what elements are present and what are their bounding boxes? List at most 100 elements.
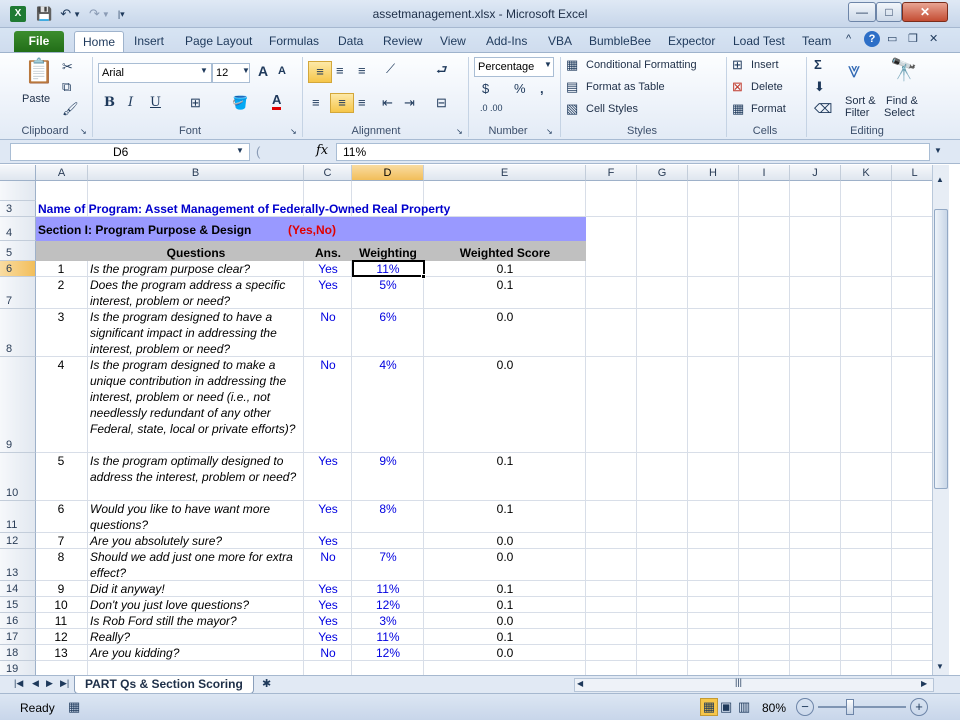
bottom-align-icon[interactable]: ≡ <box>358 63 366 78</box>
weighted-score-cell[interactable]: 0.0 <box>424 646 586 660</box>
percent-button[interactable]: % <box>514 81 526 96</box>
question-text[interactable]: Is the program designed to make a unique… <box>90 357 302 437</box>
row-header[interactable]: 7 <box>0 277 36 309</box>
column-header-l[interactable]: L <box>892 165 932 181</box>
tab-bumblebee[interactable]: BumbleBee <box>581 31 659 52</box>
weighted-score-cell[interactable]: 0.0 <box>424 534 586 548</box>
bold-button[interactable]: B <box>104 95 115 110</box>
column-header-h[interactable]: H <box>688 165 739 181</box>
font-launcher-icon[interactable]: ↘ <box>290 127 297 136</box>
question-text[interactable]: Is the program purpose clear? <box>90 261 302 277</box>
question-text[interactable]: Did it anyway! <box>90 581 302 597</box>
column-header-e[interactable]: E <box>424 165 586 181</box>
weighted-score-cell[interactable]: 0.1 <box>424 630 586 644</box>
weighting-cell[interactable]: 8% <box>352 502 424 516</box>
conditional-formatting-button[interactable]: Conditional Formatting <box>586 59 697 71</box>
copy-icon[interactable]: ⧉ <box>62 79 71 95</box>
scrollbar-thumb[interactable] <box>934 209 948 489</box>
minimize-ribbon-icon[interactable]: ^ <box>846 33 851 45</box>
paste-button[interactable]: Paste <box>22 93 50 105</box>
weighted-score-cell[interactable]: 0.0 <box>424 310 586 324</box>
question-text[interactable]: Does the program address a specific inte… <box>90 277 302 309</box>
tab-vba[interactable]: VBA <box>540 31 580 52</box>
question-text[interactable]: Is Rob Ford still the mayor? <box>90 613 302 629</box>
tab-home[interactable]: Home <box>74 31 125 52</box>
row-header[interactable]: 14 <box>0 581 36 597</box>
weighted-score-cell[interactable]: 0.1 <box>424 582 586 596</box>
tab-file[interactable]: File <box>14 31 64 52</box>
select-all-corner[interactable] <box>0 165 36 181</box>
row-header-hidden[interactable] <box>0 181 36 201</box>
answer-cell[interactable]: Yes <box>304 454 352 468</box>
autosum-icon[interactable]: Σ <box>814 57 822 72</box>
chevron-down-icon[interactable]: ▼ <box>200 66 208 75</box>
conditional-formatting-icon[interactable]: ▦ <box>566 57 578 73</box>
decrease-indent-icon[interactable]: ⇤ <box>382 95 393 111</box>
row-header[interactable]: 11 <box>0 501 36 533</box>
answer-cell[interactable]: No <box>304 310 352 324</box>
weighted-score-cell[interactable]: 0.0 <box>424 358 586 372</box>
chevron-down-icon[interactable]: ▼ <box>242 66 250 75</box>
fill-color-icon[interactable]: 🪣 <box>232 95 248 111</box>
answer-cell[interactable]: Yes <box>304 278 352 292</box>
clipboard-launcher-icon[interactable]: ↘ <box>80 127 87 136</box>
delete-cells-button[interactable]: Delete <box>751 81 783 93</box>
format-painter-icon[interactable]: 🖌 <box>62 101 79 117</box>
column-header-a[interactable]: A <box>36 165 88 181</box>
help-icon[interactable]: ? <box>864 31 880 47</box>
insert-function-button[interactable]: fx <box>316 143 328 158</box>
cancel-entry-icon[interactable]: ( <box>256 144 260 159</box>
merge-center-icon[interactable]: ⊟ <box>436 95 447 111</box>
question-text[interactable]: Don't you just love questions? <box>90 597 302 613</box>
maximize-button[interactable]: □ <box>876 2 902 22</box>
row-header[interactable]: 12 <box>0 533 36 549</box>
row-header[interactable]: 10 <box>0 453 36 501</box>
decimal-buttons[interactable]: .0 .00 <box>480 103 503 113</box>
font-name-combo[interactable]: Arial <box>98 63 212 83</box>
format-cells-button[interactable]: Format <box>751 103 786 115</box>
column-header-c[interactable]: C <box>304 165 352 181</box>
shrink-font-icon[interactable]: A <box>278 65 286 77</box>
grow-font-icon[interactable]: A <box>258 63 268 79</box>
scroll-down-icon[interactable]: ▼ <box>936 662 944 671</box>
weighting-cell[interactable]: 5% <box>352 278 424 292</box>
row-header[interactable]: 9 <box>0 357 36 453</box>
workbook-restore-icon[interactable]: ❐ <box>908 32 918 45</box>
sheet-tab-active[interactable]: PART Qs & Section Scoring <box>74 676 254 694</box>
tab-data[interactable]: Data <box>330 31 371 52</box>
currency-button[interactable]: $ <box>482 81 489 96</box>
cell-styles-icon[interactable]: ▧ <box>566 101 578 117</box>
format-as-table-icon[interactable]: ▤ <box>566 79 578 95</box>
insert-cells-button[interactable]: Insert <box>751 59 779 71</box>
chevron-down-icon[interactable]: ▼ <box>544 60 552 69</box>
tab-load-test[interactable]: Load Test <box>725 31 793 52</box>
hscroll-grip-icon[interactable]: ||| <box>735 677 742 687</box>
weighting-cell[interactable]: 7% <box>352 550 424 564</box>
row-header[interactable]: 3 <box>0 201 36 217</box>
zoom-in-button[interactable]: + <box>910 698 928 716</box>
weighting-cell[interactable]: 11% <box>352 630 424 644</box>
macro-record-icon[interactable]: ▦ <box>68 699 80 715</box>
normal-view-icon[interactable]: ▦ <box>700 698 718 716</box>
page-layout-view-icon[interactable]: ▣ <box>720 699 732 715</box>
insert-sheet-icon[interactable]: ✱ <box>262 677 271 690</box>
row-header[interactable]: 19 <box>0 661 36 675</box>
name-box[interactable]: D6 <box>10 143 250 161</box>
tab-insert[interactable]: Insert <box>126 31 172 52</box>
weighted-score-cell[interactable]: 0.0 <box>424 614 586 628</box>
row-header[interactable]: 4 <box>0 217 36 241</box>
column-header-i[interactable]: I <box>739 165 790 181</box>
close-button[interactable]: ✕ <box>902 2 948 22</box>
question-text[interactable]: Should we add just one more for extra ef… <box>90 549 302 581</box>
insert-cells-icon[interactable]: ⊞ <box>732 57 743 73</box>
sort-filter-label2[interactable]: Filter <box>845 107 869 119</box>
tab-add-ins[interactable]: Add-Ins <box>478 31 535 52</box>
fill-icon[interactable]: ⬇ <box>814 79 825 95</box>
column-header-f[interactable]: F <box>586 165 637 181</box>
answer-cell[interactable]: No <box>304 550 352 564</box>
question-text[interactable]: Really? <box>90 629 302 645</box>
workbook-minimize-icon[interactable]: ▭ <box>887 32 897 45</box>
paste-icon[interactable]: 📋 <box>24 57 54 91</box>
row-header[interactable]: 6 <box>0 261 36 277</box>
zoom-slider-track[interactable] <box>818 706 906 708</box>
